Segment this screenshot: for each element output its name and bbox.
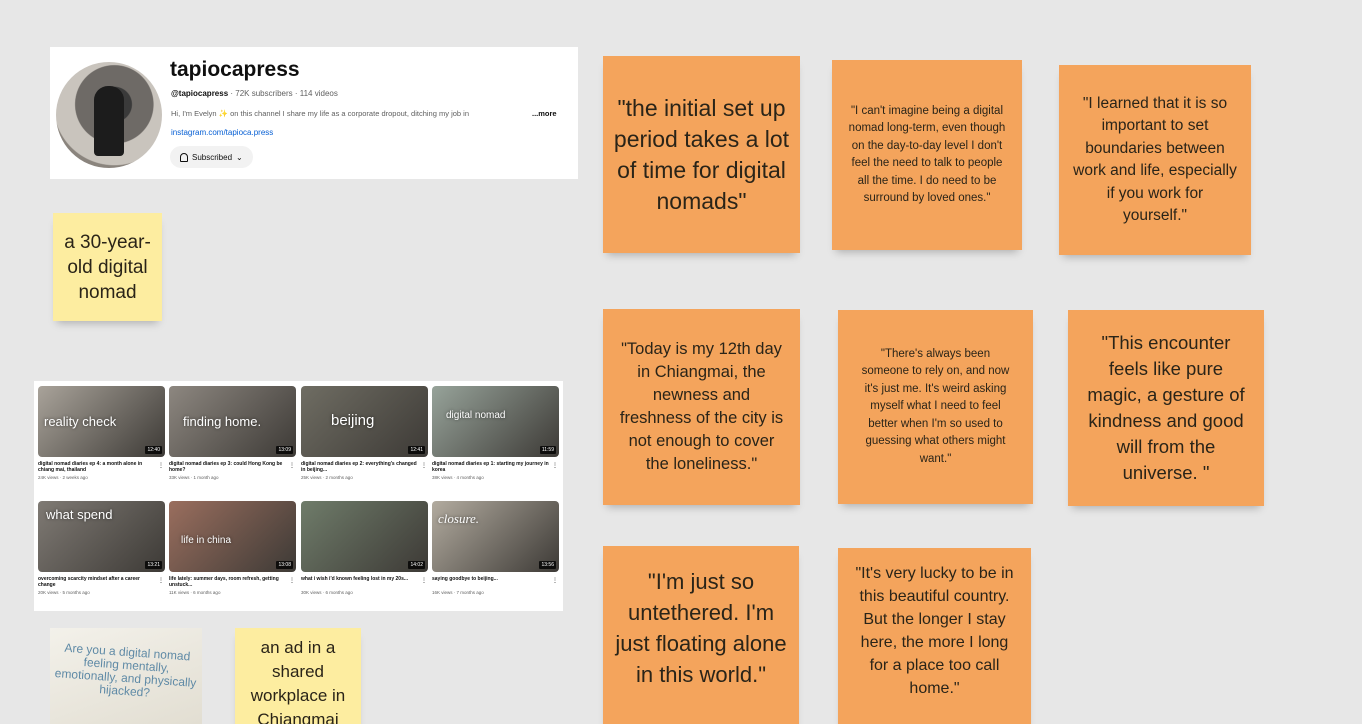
video-card[interactable]: finding home. 13:09 digital nomad diarie…: [169, 386, 296, 480]
duration-badge: 12:40: [145, 446, 162, 454]
thumbnail-overlay-text: what spend: [46, 507, 113, 522]
video-title[interactable]: digital nomad diaries ep 4: a month alon…: [38, 461, 165, 473]
duration-badge: 13:09: [276, 446, 293, 454]
video-meta: 20K views · 5 months ago: [38, 590, 90, 595]
more-options-icon[interactable]: ⋮: [289, 577, 295, 584]
thumbnail-overlay-text: digital nomad: [446, 410, 506, 421]
video-card[interactable]: what spend 13:21 overcoming scarcity min…: [38, 501, 165, 595]
video-meta: 38K views · 4 months ago: [432, 475, 484, 480]
video-card[interactable]: beijing 12:41 digital nomad diaries ep 2…: [301, 386, 428, 480]
video-card[interactable]: reality check 12:40 digital nomad diarie…: [38, 386, 165, 480]
video-meta: 30K views · 6 months ago: [301, 590, 353, 595]
video-thumbnail[interactable]: 14:02: [301, 501, 428, 572]
ad-photo-text: Are you a digital nomad feeling mentally…: [54, 640, 197, 700]
sticky-note-quote-6[interactable]: "This encounter feels like pure magic, a…: [1068, 310, 1264, 506]
sticky-note-quote-7[interactable]: "I'm just so untethered. I'm just floati…: [603, 546, 799, 724]
video-meta: 16K views · 7 months ago: [432, 590, 484, 595]
channel-name[interactable]: tapiocapress: [170, 58, 300, 82]
ad-photo[interactable]: Are you a digital nomad feeling mentally…: [50, 628, 202, 724]
channel-handle: @tapiocapress: [171, 89, 229, 98]
duration-badge: 14:02: [408, 561, 425, 569]
more-options-icon[interactable]: ⋮: [421, 462, 427, 469]
thumbnail-overlay-text: reality check: [44, 414, 117, 429]
sticky-note-quote-3[interactable]: "I learned that it is so important to se…: [1059, 65, 1251, 255]
channel-meta: @tapiocapress · 72K subscribers · 114 vi…: [171, 89, 338, 98]
channel-description[interactable]: Hi, I'm Evelyn ✨ on this channel I share…: [171, 109, 531, 118]
duration-badge: 11:59: [539, 446, 556, 454]
video-meta: 11K views · 6 months ago: [169, 590, 221, 595]
more-options-icon[interactable]: ⋮: [552, 577, 558, 584]
video-card[interactable]: 14:02 what i wish i'd known feeling lost…: [301, 501, 428, 595]
more-options-icon[interactable]: ⋮: [158, 462, 164, 469]
note-text: a 30-year-old digital nomad: [64, 231, 151, 303]
thumbnail-overlay-text: closure.: [438, 511, 480, 526]
sticky-note-ad[interactable]: an ad in a shared workplace in Chiangmai: [235, 628, 361, 724]
sticky-note-quote-2[interactable]: "I can't imagine being a digital nomad l…: [832, 60, 1022, 250]
video-card[interactable]: life in china 13:08 life lately: summer …: [169, 501, 296, 595]
video-thumbnail[interactable]: closure. 13:56: [432, 501, 559, 572]
channel-header-card: tapiocapress @tapiocapress · 72K subscri…: [50, 47, 578, 179]
thumbnail-overlay-text: life in china: [181, 535, 232, 546]
video-title[interactable]: digital nomad diaries ep 1: starting my …: [432, 461, 559, 473]
avatar[interactable]: [56, 62, 162, 168]
sticky-note-quote-4[interactable]: "Today is my 12th day in Chiangmai, the …: [603, 309, 800, 505]
thumbnail-overlay-text: finding home.: [183, 414, 262, 429]
duration-badge: 12:41: [408, 446, 425, 454]
more-options-icon[interactable]: ⋮: [421, 577, 427, 584]
bell-icon: [180, 152, 188, 162]
duration-badge: 13:56: [539, 561, 556, 569]
quote-text: "This encounter feels like pure magic, a…: [1087, 332, 1245, 483]
more-options-icon[interactable]: ⋮: [158, 577, 164, 584]
more-options-icon[interactable]: ⋮: [552, 462, 558, 469]
sticky-note-quote-5[interactable]: "There's always been someone to rely on,…: [838, 310, 1033, 504]
video-thumbnail[interactable]: what spend 13:21: [38, 501, 165, 572]
duration-badge: 13:08: [276, 561, 293, 569]
quote-text: "I can't imagine being a digital nomad l…: [848, 104, 1006, 205]
quote-text: "I learned that it is so important to se…: [1073, 94, 1237, 225]
sticky-note-quote-8[interactable]: "It's very lucky to be in this beautiful…: [838, 548, 1031, 724]
video-meta: 33K views · 1 month ago: [169, 475, 219, 480]
quote-text: "There's always been someone to rely on,…: [861, 347, 1010, 465]
video-title[interactable]: what i wish i'd known feeling lost in my…: [301, 576, 428, 588]
video-thumbnail[interactable]: life in china 13:08: [169, 501, 296, 572]
note-text: an ad in a shared workplace in Chiangmai: [250, 638, 346, 724]
instagram-link[interactable]: instagram.com/tapioca.press: [171, 128, 273, 137]
quote-text: "the initial set up period takes a lot o…: [613, 94, 790, 214]
video-card[interactable]: digital nomad 11:59 digital nomad diarie…: [432, 386, 559, 480]
chevron-down-icon: ⌄: [236, 152, 243, 162]
video-meta: 24K views · 2 weeks ago: [38, 475, 88, 480]
video-meta: 25K views · 2 months ago: [301, 475, 353, 480]
subscribed-button[interactable]: Subscribed ⌄: [170, 146, 253, 168]
subscribed-label: Subscribed: [192, 152, 233, 162]
video-title[interactable]: saying goodbye to beijing...: [432, 576, 559, 588]
channel-stats: · 72K subscribers · 114 videos: [228, 89, 338, 98]
video-thumbnail[interactable]: reality check 12:40: [38, 386, 165, 457]
video-title[interactable]: digital nomad diaries ep 2: everything's…: [301, 461, 428, 473]
video-card[interactable]: closure. 13:56 saying goodbye to beijing…: [432, 501, 559, 595]
sticky-note-quote-1[interactable]: "the initial set up period takes a lot o…: [603, 56, 800, 253]
quote-text: "It's very lucky to be in this beautiful…: [855, 565, 1014, 697]
video-title[interactable]: overcoming scarcity mindset after a care…: [38, 576, 165, 588]
more-link[interactable]: ...more: [532, 109, 557, 118]
video-thumbnail[interactable]: finding home. 13:09: [169, 386, 296, 457]
sticky-note-profile[interactable]: a 30-year-old digital nomad: [53, 213, 162, 321]
more-options-icon[interactable]: ⋮: [289, 462, 295, 469]
thumbnail-overlay-text: beijing: [331, 412, 375, 429]
video-thumbnail[interactable]: digital nomad 11:59: [432, 386, 559, 457]
duration-badge: 13:21: [145, 561, 162, 569]
video-thumbnail[interactable]: beijing 12:41: [301, 386, 428, 457]
video-grid: reality check 12:40 digital nomad diarie…: [34, 381, 563, 611]
quote-text: "I'm just so untethered. I'm just floati…: [615, 569, 787, 687]
video-title[interactable]: digital nomad diaries ep 3: could Hong K…: [169, 461, 296, 473]
quote-text: "Today is my 12th day in Chiangmai, the …: [619, 340, 784, 473]
video-title[interactable]: life lately: summer days, room refresh, …: [169, 576, 296, 588]
